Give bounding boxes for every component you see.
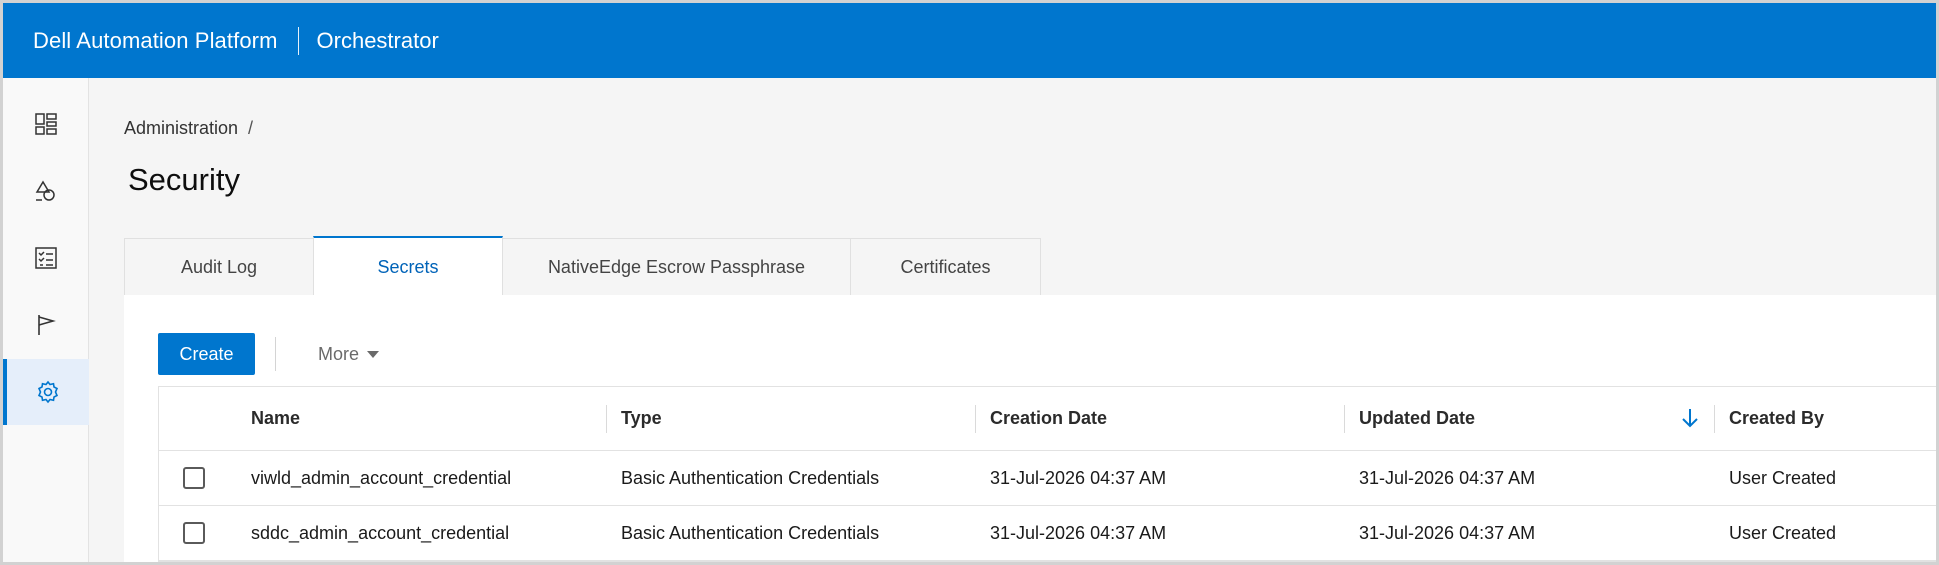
column-divider[interactable] [1344, 405, 1345, 433]
cell-name[interactable]: sddc_admin_account_credential [251, 506, 509, 560]
column-header-created-by[interactable]: Created By [1729, 387, 1824, 450]
tab-bar: Audit Log Secrets NativeEdge Escrow Pass… [124, 236, 1041, 296]
cell-creation-date: 31-Jul-2026 04:37 AM [990, 522, 1167, 543]
column-divider[interactable] [606, 405, 607, 433]
top-header: Dell Automation Platform Orchestrator [3, 3, 1936, 78]
dashboard-icon [35, 113, 57, 135]
sidebar [3, 78, 89, 562]
more-menu-button[interactable]: More [318, 343, 380, 365]
sidebar-item-tasks[interactable] [3, 225, 89, 291]
table-row[interactable]: sddc_admin_account_credential Basic Auth… [159, 506, 1936, 561]
secrets-panel: Create More Name Type Creation Date Upda… [124, 295, 1936, 562]
column-divider[interactable] [975, 405, 976, 433]
more-label: More [318, 343, 360, 364]
main-content: Administration / Security Audit Log Secre… [90, 78, 1936, 562]
cell-created-by: User Created [1729, 467, 1837, 488]
header-divider [297, 26, 299, 55]
gear-icon [37, 380, 59, 404]
sidebar-item-administration[interactable] [3, 359, 89, 425]
cell-name[interactable]: viwld_admin_account_credential [251, 451, 511, 505]
brand-title[interactable]: Dell Automation Platform [33, 28, 278, 54]
tab-certificates[interactable]: Certificates [850, 238, 1041, 296]
breadcrumb: Administration / [124, 118, 253, 139]
toolbar-divider [275, 337, 276, 371]
column-header-creation-date[interactable]: Creation Date [990, 387, 1107, 450]
sidebar-item-resources[interactable] [3, 158, 89, 224]
sort-descending-icon[interactable] [1677, 405, 1703, 431]
breadcrumb-separator: / [248, 118, 254, 138]
column-header-updated-date[interactable]: Updated Date [1359, 387, 1475, 450]
column-header-type[interactable]: Type [621, 387, 662, 450]
shapes-icon [35, 180, 55, 201]
column-header-name[interactable]: Name [251, 387, 300, 450]
sidebar-item-dashboard[interactable] [3, 91, 89, 157]
toolbar: Create More [158, 333, 380, 375]
checklist-icon [35, 247, 57, 269]
page-title: Security [128, 162, 240, 197]
flag-icon [38, 315, 56, 335]
cell-type: Basic Authentication Credentials [621, 522, 880, 543]
table-row[interactable]: viwld_admin_account_credential Basic Aut… [159, 451, 1936, 506]
table-header-row: Name Type Creation Date Updated Date Cre… [159, 387, 1936, 451]
caret-down-icon [367, 350, 380, 358]
tab-secrets[interactable]: Secrets [313, 236, 503, 296]
tab-nativeedge-escrow-passphrase[interactable]: NativeEdge Escrow Passphrase [502, 238, 851, 296]
cell-updated-date: 31-Jul-2026 04:37 AM [1359, 467, 1536, 488]
breadcrumb-administration[interactable]: Administration [124, 118, 238, 138]
row-select-cell [183, 451, 213, 505]
row-checkbox[interactable] [183, 467, 205, 489]
app-name[interactable]: Orchestrator [317, 28, 439, 54]
cell-updated-date: 31-Jul-2026 04:37 AM [1359, 522, 1536, 543]
cell-type: Basic Authentication Credentials [621, 467, 880, 488]
sidebar-item-milestones[interactable] [3, 292, 89, 358]
create-button[interactable]: Create [158, 333, 255, 375]
row-checkbox[interactable] [183, 522, 205, 544]
cell-creation-date: 31-Jul-2026 04:37 AM [990, 467, 1167, 488]
row-select-cell [183, 506, 213, 560]
column-divider[interactable] [1714, 405, 1715, 433]
tab-audit-log[interactable]: Audit Log [124, 238, 314, 296]
app-window: Dell Automation Platform Orchestrator Ad… [0, 0, 1939, 565]
secrets-table: Name Type Creation Date Updated Date Cre… [158, 386, 1936, 562]
cell-created-by: User Created [1729, 522, 1837, 543]
